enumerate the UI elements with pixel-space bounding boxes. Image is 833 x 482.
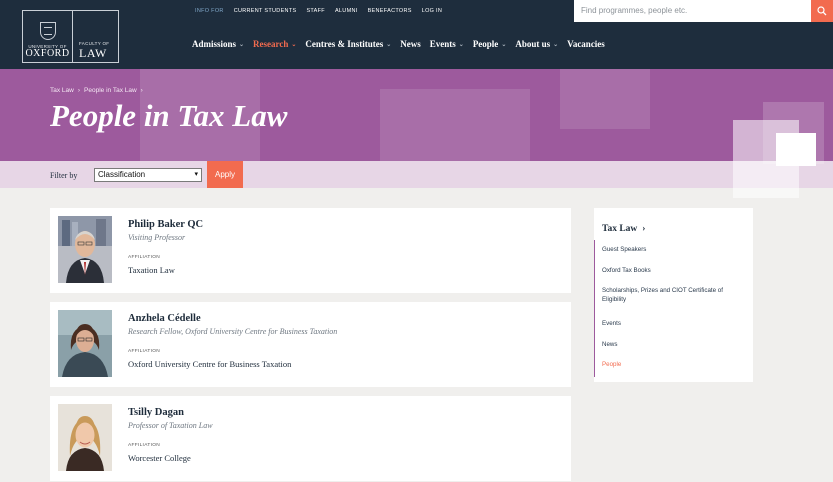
person-name[interactable]: Tsilly Dagan — [128, 407, 184, 418]
nav-admissions-label: Admissions — [192, 39, 237, 49]
person-role: Visiting Professor — [128, 233, 186, 242]
chevron-down-icon: ⌄ — [291, 41, 297, 48]
classification-select-value: Classification — [98, 170, 146, 179]
chevron-right-icon: › — [140, 87, 143, 94]
logo-uni-big: OXFORD — [25, 48, 70, 59]
search-icon — [817, 6, 827, 16]
affiliation-label: AFFILIATION — [128, 255, 160, 260]
person-card[interactable]: Tsilly Dagan Professor of Taxation Law A… — [50, 396, 571, 481]
person-role: Research Fellow, Oxford University Centr… — [128, 327, 338, 336]
nav-about-label: About us — [515, 39, 551, 49]
utility-alumni[interactable]: ALUMNI — [335, 8, 358, 14]
utility-log-in[interactable]: LOG IN — [422, 8, 442, 14]
nav-research[interactable]: Research ⌄ — [253, 39, 296, 49]
nav-news[interactable]: News — [400, 39, 421, 49]
banner-pattern — [560, 69, 650, 129]
person-affiliation: Oxford University Centre for Business Ta… — [128, 359, 292, 369]
utility-info-for[interactable]: INFO FOR — [195, 8, 224, 14]
nav-vacancies[interactable]: Vacancies — [567, 39, 605, 49]
sidebar-item-guest-speakers[interactable]: Guest Speakers — [602, 245, 742, 254]
sidebar-divider — [594, 240, 595, 377]
sidebar-title-label: Tax Law — [602, 224, 638, 234]
nav-centres[interactable]: Centres & Institutes ⌄ — [305, 39, 391, 49]
chevron-down-icon: ⌄ — [239, 41, 245, 48]
search-button[interactable] — [811, 0, 833, 22]
person-role: Professor of Taxation Law — [128, 421, 213, 430]
nav-people[interactable]: People ⌄ — [473, 39, 507, 49]
filter-label: Filter by — [50, 171, 78, 180]
site-header: UNIVERSITY OF OXFORD FACULTY OF LAW INFO… — [0, 0, 833, 69]
person-card[interactable]: Anzhela Cédelle Research Fellow, Oxford … — [50, 302, 571, 387]
nav-events-label: Events — [429, 39, 456, 49]
nav-vacancies-label: Vacancies — [567, 39, 605, 49]
chevron-right-icon: › — [642, 224, 646, 234]
breadcrumb: Tax Law › People in Tax Law › — [50, 87, 143, 94]
breadcrumb-tax-law[interactable]: Tax Law — [50, 87, 74, 94]
person-name[interactable]: Philip Baker QC — [128, 219, 203, 230]
utility-current-students[interactable]: CURRENT STUDENTS — [234, 8, 297, 14]
section-sidebar: Tax Law › Guest Speakers Oxford Tax Book… — [594, 208, 753, 382]
affiliation-label: AFFILIATION — [128, 349, 160, 354]
person-photo[interactable] — [58, 404, 112, 471]
main-nav: Admissions ⌄ Research ⌄ Centres & Institut… — [192, 39, 605, 49]
faculty-logo: FACULTY OF LAW — [73, 11, 118, 62]
university-logo: UNIVERSITY OF OXFORD — [23, 11, 73, 62]
oxford-law-logo[interactable]: UNIVERSITY OF OXFORD FACULTY OF LAW — [22, 10, 119, 63]
chevron-down-icon: ⌄ — [501, 41, 507, 48]
person-affiliation: Taxation Law — [128, 265, 175, 275]
person-name[interactable]: Anzhela Cédelle — [128, 313, 201, 324]
sidebar-title[interactable]: Tax Law › — [602, 224, 645, 234]
utility-benefactors[interactable]: BENEFACTORS — [368, 8, 412, 14]
crest-icon — [39, 22, 56, 40]
chevron-right-icon: › — [77, 87, 81, 94]
chevron-down-icon: ⌄ — [553, 41, 559, 48]
utility-staff[interactable]: STAFF — [306, 8, 325, 14]
affiliation-label: AFFILIATION — [128, 443, 160, 448]
nav-events[interactable]: Events ⌄ — [430, 39, 464, 49]
person-photo[interactable] — [58, 216, 112, 283]
person-card[interactable]: Philip Baker QC Visiting Professor AFFIL… — [50, 208, 571, 293]
person-affiliation: Worcester College — [128, 453, 191, 463]
page-banner: Tax Law › People in Tax Law › People in … — [0, 69, 833, 161]
logo-fac-big: LAW — [79, 46, 107, 60]
sidebar-item-scholarships[interactable]: Scholarships, Prizes and CIOT Certificat… — [602, 286, 742, 304]
nav-people-label: People — [472, 39, 499, 49]
chevron-down-icon: ▾ — [194, 171, 198, 178]
nav-centres-label: Centres & Institutes — [305, 39, 384, 49]
sidebar-item-events[interactable]: Events — [602, 319, 742, 328]
nav-admissions[interactable]: Admissions ⌄ — [192, 39, 244, 49]
nav-news-label: News — [400, 39, 421, 49]
sidebar-item-news[interactable]: News — [602, 340, 742, 349]
page-title: People in Tax Law — [50, 98, 288, 133]
classification-select[interactable]: Classification ▾ — [94, 168, 202, 182]
decorative-square — [776, 133, 816, 166]
search-input[interactable]: Find programmes, people etc. — [574, 0, 811, 22]
sidebar-item-people[interactable]: People — [602, 360, 742, 369]
apply-button[interactable]: Apply — [207, 161, 243, 188]
banner-pattern — [380, 89, 530, 161]
nav-about-us[interactable]: About us ⌄ — [515, 39, 558, 49]
chevron-down-icon: ⌄ — [386, 41, 392, 48]
breadcrumb-people[interactable]: People in Tax Law — [84, 87, 137, 94]
nav-research-label: Research — [253, 39, 289, 49]
utility-nav: INFO FOR CURRENT STUDENTS STAFF ALUMNI B… — [195, 0, 442, 22]
chevron-down-icon: ⌄ — [458, 41, 464, 48]
person-photo[interactable] — [58, 310, 112, 377]
sidebar-item-oxford-tax-books[interactable]: Oxford Tax Books — [602, 266, 742, 275]
